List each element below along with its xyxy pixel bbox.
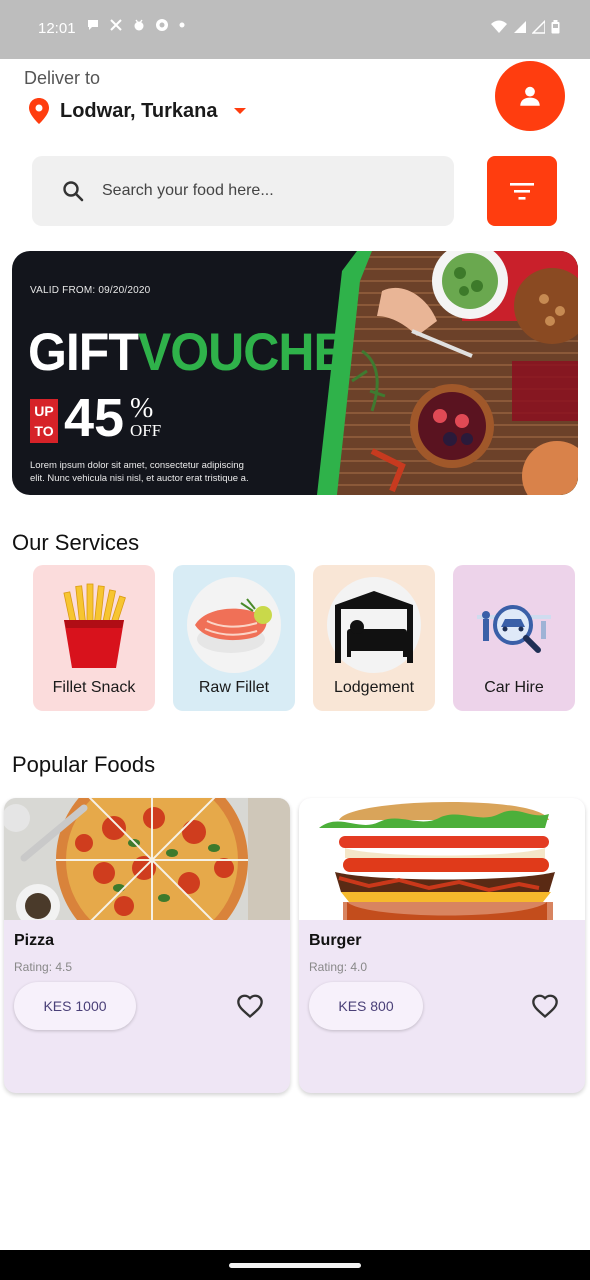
food-card-pizza[interactable]: Pizza Rating: 4.5 KES 1000 xyxy=(4,798,290,1093)
signal-icon xyxy=(514,21,526,33)
service-label: Lodgement xyxy=(333,679,415,696)
location-text: Lodwar, Turkana xyxy=(60,99,218,122)
pizza-image xyxy=(4,798,290,920)
upto-line2: TO xyxy=(34,423,54,439)
upto-badge: UP TO xyxy=(30,399,58,443)
fish-fillet-icon xyxy=(187,577,281,673)
battery-icon xyxy=(551,20,560,34)
upto-line1: UP xyxy=(34,403,54,419)
service-label: Raw Fillet xyxy=(198,679,270,696)
status-bar: 12:01 xyxy=(0,0,590,59)
deliver-to-label: Deliver to xyxy=(24,68,101,88)
bed-icon xyxy=(327,577,421,673)
profile-button[interactable] xyxy=(495,61,565,131)
car-search-icon xyxy=(467,577,561,673)
food-card-burger[interactable]: Burger Rating: 4.0 KES 800 xyxy=(299,798,585,1093)
off-label: OFF xyxy=(130,421,162,440)
dot-icon xyxy=(179,22,185,28)
service-label: Car Hire xyxy=(484,679,544,696)
location-selector[interactable]: Lodwar, Turkana xyxy=(28,98,247,124)
filter-button[interactable] xyxy=(487,156,557,226)
system-navigation-bar xyxy=(0,1250,590,1280)
food-rating: Rating: 4.0 xyxy=(309,960,368,974)
banner-title-gift: GIFT xyxy=(28,322,139,382)
service-label: Fillet Snack xyxy=(52,679,136,696)
shield-icon xyxy=(156,19,168,31)
status-time: 12:01 xyxy=(38,20,76,37)
filter-icon xyxy=(510,183,534,200)
service-card-lodgement[interactable]: Lodgement xyxy=(313,565,435,711)
search-icon xyxy=(63,181,84,202)
discount-percent: 45 xyxy=(64,388,125,448)
x-logo-icon xyxy=(110,19,122,31)
food-name: Burger xyxy=(309,932,362,949)
food-name: Pizza xyxy=(14,932,55,949)
android-debug-icon xyxy=(134,19,144,31)
search-input[interactable] xyxy=(102,156,442,226)
signal-icon xyxy=(532,20,545,34)
dropdown-arrow-icon[interactable] xyxy=(233,106,247,116)
promo-banner[interactable]: VALID FROM: 09/20/2020 GIFTVOUCHER UP TO… xyxy=(12,251,578,495)
favorite-heart-icon[interactable] xyxy=(236,992,264,1020)
banner-valid-date: VALID FROM: 09/20/2020 xyxy=(30,285,151,296)
banner-description: Lorem ipsum dolor sit amet, consectetur … xyxy=(30,460,249,484)
service-card-car-hire[interactable]: Car Hire xyxy=(453,565,575,711)
search-bar xyxy=(32,156,454,226)
home-gesture-handle[interactable] xyxy=(229,1263,361,1268)
chat-bubble-icon xyxy=(88,20,98,30)
price-button[interactable]: KES 1000 xyxy=(14,982,136,1030)
popular-foods-title: Popular Foods xyxy=(12,752,156,777)
app-screen: 12:01 Deliver to Lodwar, Turkana VA xyxy=(0,0,590,1280)
wifi-icon xyxy=(491,20,507,33)
notification-icons xyxy=(86,18,186,32)
price-button[interactable]: KES 800 xyxy=(309,982,423,1030)
service-card-fillet-snack[interactable]: Fillet Snack xyxy=(33,565,155,711)
fries-icon xyxy=(47,577,141,673)
banner-food-photo xyxy=(317,251,578,495)
services-title: Our Services xyxy=(12,530,140,555)
burger-image xyxy=(299,798,585,920)
service-card-raw-fillet[interactable]: Raw Fillet xyxy=(173,565,295,711)
favorite-heart-icon[interactable] xyxy=(531,992,559,1020)
food-rating: Rating: 4.5 xyxy=(14,960,73,974)
person-icon xyxy=(520,86,540,106)
system-icons xyxy=(491,20,560,34)
location-pin-icon xyxy=(29,98,49,124)
